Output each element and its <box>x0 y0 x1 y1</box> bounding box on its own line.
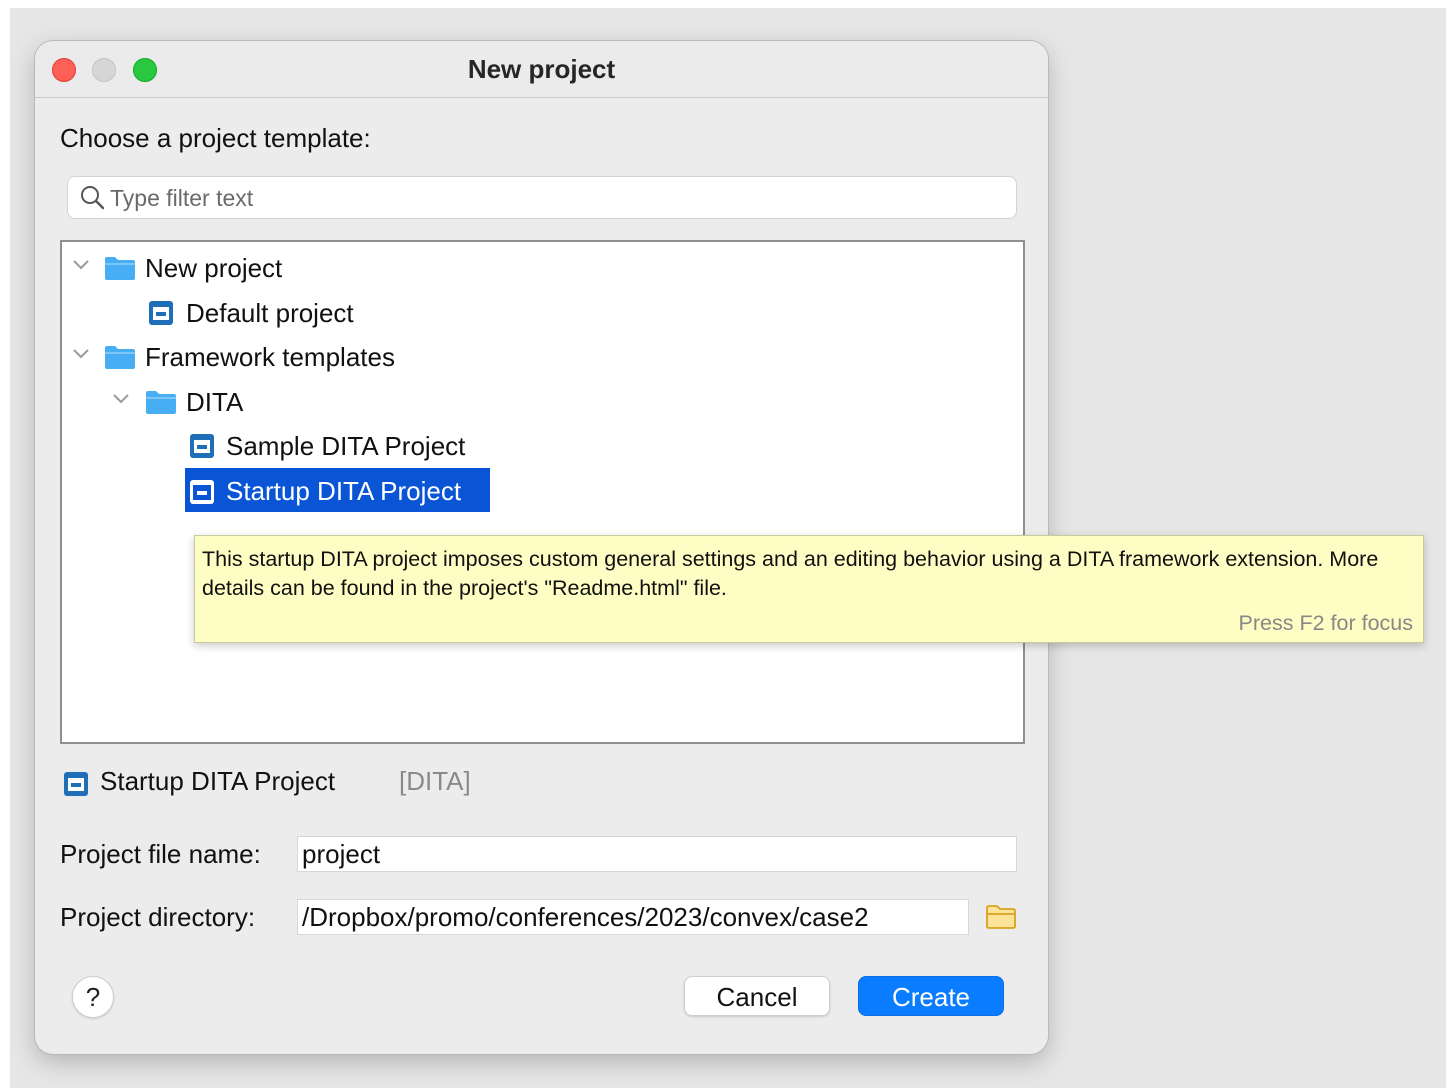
tooltip-text: This startup DITA project imposes custom… <box>202 547 1379 600</box>
create-button[interactable]: Create <box>858 976 1004 1016</box>
chevron-down-icon[interactable] <box>111 392 131 406</box>
tree-node-label: DITA <box>186 387 244 417</box>
template-description-tooltip: This startup DITA project imposes custom… <box>194 535 1424 643</box>
folder-icon <box>105 346 135 369</box>
project-file-name-input[interactable] <box>302 837 1012 871</box>
chevron-down-icon[interactable] <box>71 258 91 272</box>
window-title: New project <box>467 54 616 84</box>
selected-template-framework: [DITA] <box>399 766 471 796</box>
screen-left-edge <box>0 0 10 1088</box>
template-tree[interactable]: New project Default project Framework te… <box>60 240 1025 744</box>
screen-top-edge <box>0 0 1446 8</box>
project-directory-field[interactable] <box>297 899 969 935</box>
project-icon <box>190 434 214 458</box>
project-icon <box>190 480 214 504</box>
filter-box[interactable] <box>67 176 1017 219</box>
tree-node-label: Sample DITA Project <box>226 431 466 461</box>
chevron-down-icon[interactable] <box>71 347 91 361</box>
folder-icon <box>105 257 135 280</box>
search-icon <box>81 186 105 210</box>
project-file-name-field[interactable] <box>297 836 1017 872</box>
tree-node-label: New project <box>145 253 283 283</box>
tooltip-focus-hint: Press F2 for focus <box>1238 611 1413 635</box>
project-file-name-label: Project file name: <box>60 839 261 869</box>
folder-icon <box>146 391 176 414</box>
tree-node-dita[interactable]: DITA <box>62 381 362 421</box>
cancel-button[interactable]: Cancel <box>684 976 830 1016</box>
title-bar: New project <box>35 41 1048 98</box>
project-icon <box>149 301 173 325</box>
tree-node-sample-dita-project[interactable]: Sample DITA Project <box>62 425 522 465</box>
selected-template-name: Startup DITA Project <box>100 766 336 796</box>
tree-node-label: Default project <box>186 298 354 328</box>
help-button[interactable]: ? <box>72 976 114 1018</box>
project-directory-label: Project directory: <box>60 902 256 932</box>
project-directory-input[interactable] <box>302 900 966 934</box>
tree-node-startup-dita-project[interactable]: Startup DITA Project <box>62 468 522 512</box>
project-icon <box>64 772 88 796</box>
tree-node-framework-templates[interactable]: Framework templates <box>62 336 482 376</box>
tree-node-label: Startup DITA Project <box>226 476 462 506</box>
tree-node-default-project[interactable]: Default project <box>62 292 462 332</box>
template-prompt: Choose a project template: <box>60 123 371 153</box>
filter-input[interactable] <box>108 181 1002 215</box>
browse-folder-icon[interactable] <box>985 903 1017 931</box>
tree-node-label: Framework templates <box>145 342 395 372</box>
tree-node-new-project[interactable]: New project <box>62 247 462 287</box>
